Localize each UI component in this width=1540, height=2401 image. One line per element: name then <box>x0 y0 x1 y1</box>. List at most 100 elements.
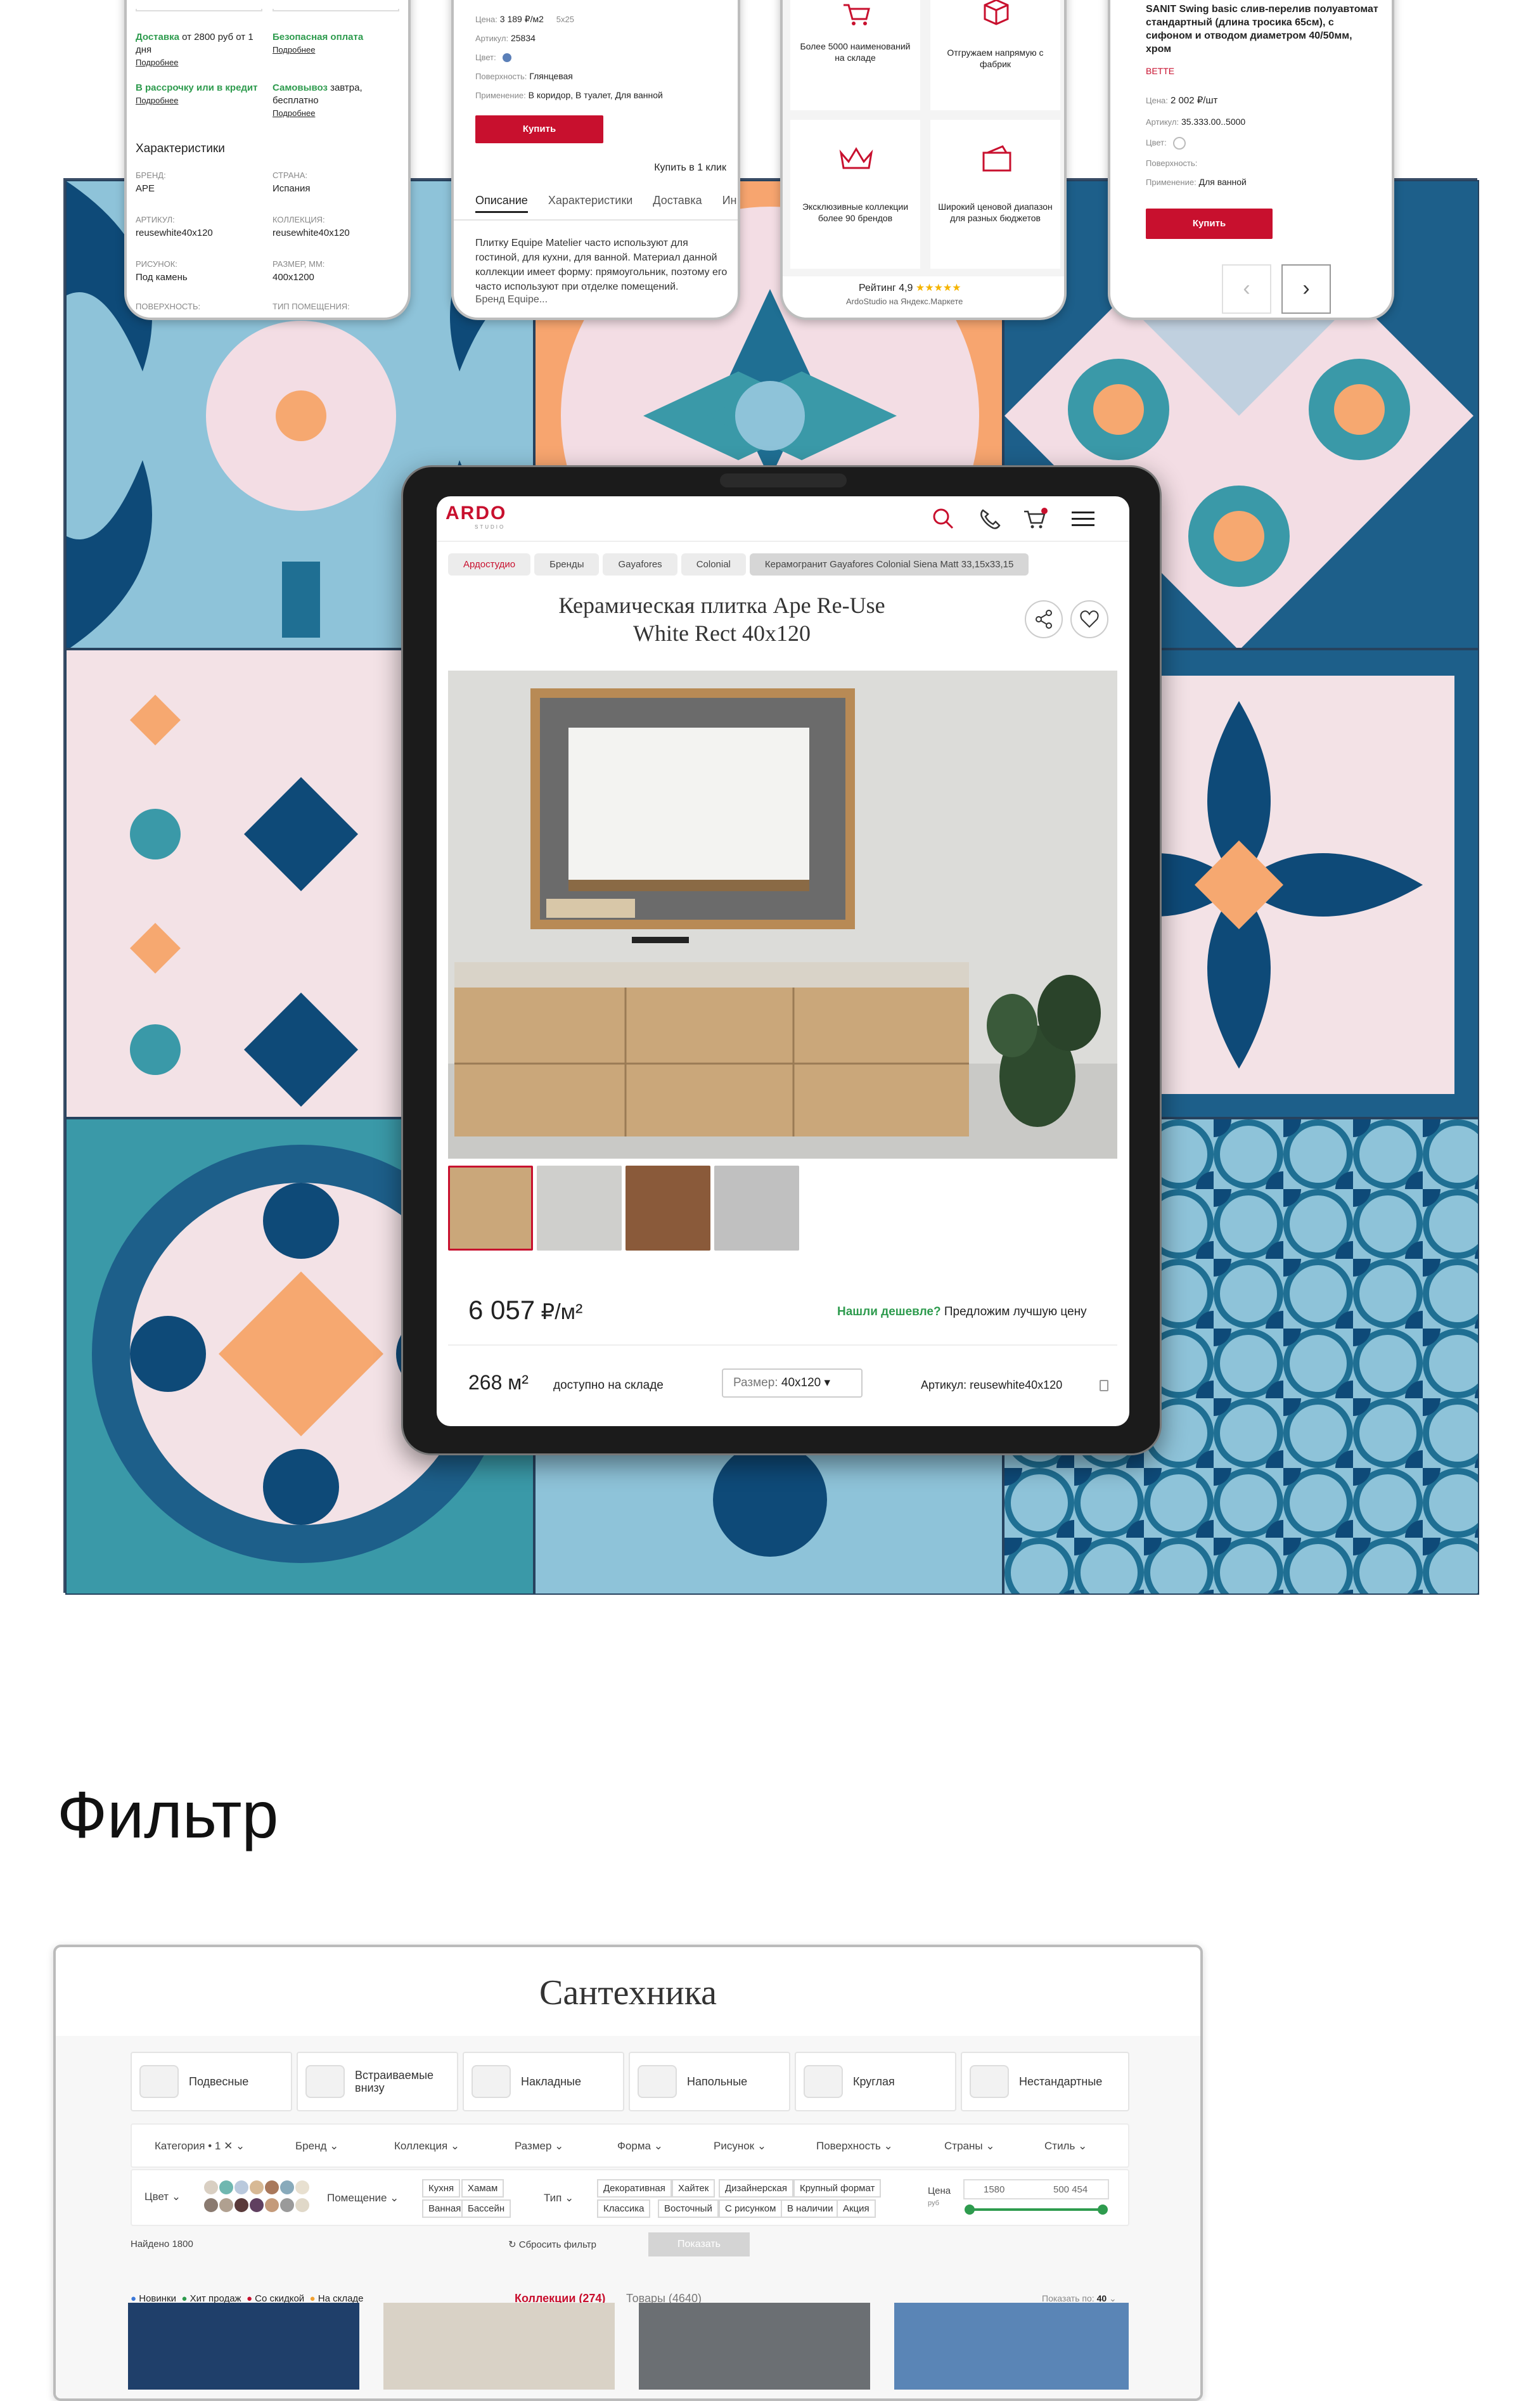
label-text: Помещение <box>327 2192 387 2204</box>
category-overlay[interactable]: Накладные <box>463 2052 624 2111</box>
collection-card[interactable] <box>894 2303 1129 2390</box>
room-chip[interactable]: Кухня <box>422 2179 461 2198</box>
sink-icon <box>804 2065 843 2098</box>
type-chip[interactable]: В наличии <box>781 2199 840 2218</box>
color-swatch[interactable] <box>280 2180 294 2194</box>
room-chip[interactable]: Бассейн <box>461 2199 511 2218</box>
category-round[interactable]: Круглая <box>795 2052 956 2111</box>
type-chip[interactable]: Крупный формат <box>793 2179 882 2198</box>
collection-card[interactable] <box>383 2303 615 2390</box>
thumbnail-4[interactable] <box>714 1166 799 1251</box>
type-chip[interactable]: Акция <box>837 2199 876 2218</box>
filter-surface[interactable]: Поверхность ⌄ <box>816 2140 893 2153</box>
thumbnail-1[interactable] <box>448 1166 533 1251</box>
color-swatch[interactable] <box>204 2198 218 2212</box>
show-results-button[interactable]: Показать <box>648 2232 750 2256</box>
collection-card[interactable] <box>128 2303 359 2390</box>
menu-icon[interactable] <box>1070 509 1096 529</box>
buy-button[interactable]: Купить <box>475 115 603 143</box>
price-slider-min-handle[interactable] <box>965 2205 975 2215</box>
color-swatch[interactable] <box>250 2180 264 2194</box>
price-value: 3 189 ₽/м2 <box>499 14 544 24</box>
buy-button[interactable]: Купить <box>1146 209 1273 239</box>
filter-size[interactable]: Размер ⌄ <box>515 2140 563 2153</box>
more-link[interactable]: Подробнее <box>136 56 262 69</box>
chevron-down-icon: ⌄ <box>653 2140 663 2152</box>
thumbnail-3[interactable] <box>626 1166 710 1251</box>
tab-characteristics[interactable]: Характеристики <box>548 194 632 213</box>
category-hanging[interactable]: Подвесные <box>131 2052 292 2111</box>
favorite-button[interactable] <box>1070 600 1108 638</box>
phone-icon[interactable] <box>977 506 1002 532</box>
color-swatch[interactable] <box>219 2198 233 2212</box>
color-swatch[interactable] <box>219 2180 233 2194</box>
color-swatch[interactable] <box>234 2198 248 2212</box>
filter-page-title: Сантехника <box>539 1973 717 2012</box>
type-chip[interactable]: Классика <box>597 2199 651 2218</box>
price-max-input[interactable]: 500 454 <box>1053 2184 1088 2195</box>
filter-brand[interactable]: Бренд ⌄ <box>295 2140 338 2153</box>
more-link[interactable]: Подробнее <box>273 44 399 56</box>
reset-filter-button[interactable]: ↻ Сбросить фильтр <box>508 2239 596 2250</box>
category-built-in[interactable]: Встраиваемые внизу <box>297 2052 458 2111</box>
color-swatch[interactable] <box>295 2198 309 2212</box>
color-swatch[interactable] <box>502 53 511 63</box>
product-main-image[interactable] <box>448 671 1117 1159</box>
tab-description[interactable]: Описание <box>475 194 528 213</box>
next-button[interactable]: › <box>1281 264 1331 314</box>
close-icon[interactable]: ✕ <box>224 2140 233 2152</box>
copy-icon[interactable] <box>1100 1380 1108 1391</box>
type-chip[interactable]: Хайтек <box>672 2179 715 2198</box>
color-swatch[interactable] <box>265 2180 279 2194</box>
cheaper-link[interactable]: Нашли дешевле? <box>837 1305 941 1318</box>
type-chip[interactable]: Дизайнерская <box>719 2179 793 2198</box>
thumbnail-2[interactable] <box>537 1166 622 1251</box>
filter-style[interactable]: Стиль ⌄ <box>1044 2140 1087 2153</box>
tab-delivery[interactable]: Доставка <box>653 194 702 213</box>
room-chip[interactable]: Ванная <box>422 2199 468 2218</box>
filter-pattern[interactable]: Рисунок ⌄ <box>714 2140 766 2153</box>
logo[interactable]: ARDO <box>446 503 506 524</box>
category-floor[interactable]: Напольные <box>629 2052 790 2111</box>
breadcrumb-item[interactable]: Ардостудио <box>448 553 531 576</box>
room-chip[interactable]: Хамам <box>461 2179 504 2198</box>
prev-button[interactable]: ‹ <box>1222 264 1271 314</box>
color-swatch[interactable] <box>1172 137 1186 150</box>
more-link[interactable]: Подробнее <box>136 94 262 107</box>
size-select[interactable]: Размер: 40x120 ▾ <box>722 1368 863 1398</box>
filter-collection[interactable]: Коллекция ⌄ <box>394 2140 459 2153</box>
search-icon[interactable] <box>931 506 956 532</box>
color-swatch[interactable] <box>295 2180 309 2194</box>
one-click-link[interactable]: Купить в 1 клик <box>631 162 726 174</box>
price-slider-max-handle[interactable] <box>1098 2205 1108 2215</box>
safe-pay-label: Безопасная оплата <box>273 32 364 42</box>
color-swatch[interactable] <box>250 2198 264 2212</box>
color-swatch[interactable] <box>280 2198 294 2212</box>
breadcrumb-item[interactable]: Бренды <box>534 553 600 576</box>
site-header: ARDO STUDIO <box>437 496 1129 542</box>
color-swatch[interactable] <box>234 2180 248 2194</box>
category-label: Круглая <box>853 2075 895 2088</box>
type-chip[interactable]: Декоративная <box>597 2179 672 2198</box>
breadcrumb-item[interactable]: Gayafores <box>603 553 677 576</box>
filter-countries[interactable]: Страны ⌄ <box>944 2140 995 2153</box>
category-nonstandard[interactable]: Нестандартные <box>961 2052 1129 2111</box>
more-link[interactable]: Подробнее <box>273 107 399 120</box>
share-button[interactable] <box>1025 600 1063 638</box>
tab-more[interactable]: Ин <box>722 194 737 213</box>
brand-name[interactable]: BETTE <box>1146 66 1174 76</box>
type-chip[interactable]: Восточный <box>658 2199 719 2218</box>
cart-icon[interactable] <box>1023 508 1048 531</box>
color-swatch[interactable] <box>265 2198 279 2212</box>
breadcrumb-item[interactable]: Colonial <box>681 553 746 576</box>
collection-card[interactable] <box>639 2303 870 2390</box>
price-range-inputs[interactable]: 1580 500 454 <box>963 2179 1109 2199</box>
price-label: Цена: <box>475 15 497 24</box>
rating-stars: ★★★★★ <box>915 283 961 293</box>
price-min-input[interactable]: 1580 <box>984 2184 1004 2195</box>
rating-footer[interactable]: ArdoStudio на Яндекс.Маркете <box>846 297 963 306</box>
color-swatch[interactable] <box>204 2180 218 2194</box>
type-chip[interactable]: С рисунком <box>719 2199 783 2218</box>
filter-category[interactable]: Категория • 1 ✕ ⌄ <box>155 2140 245 2153</box>
filter-shape[interactable]: Форма ⌄ <box>617 2140 663 2153</box>
